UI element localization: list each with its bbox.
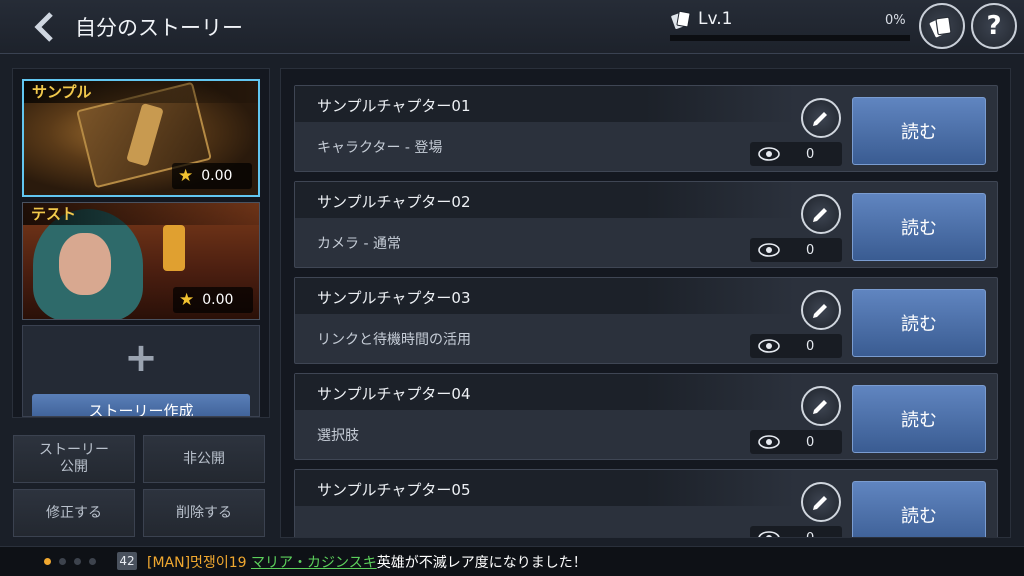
edit-chapter-button[interactable] [801,194,841,234]
pencil-icon [813,400,827,414]
rating-box: ★ 0.00 [172,163,252,189]
lamp-illustration [163,225,185,271]
chapter-row: サンプルチャプター04 選択肢 0 読む [294,373,998,460]
create-story-card[interactable]: + ストーリー作成 [22,325,260,417]
question-icon: ? [986,11,1002,41]
story-card-sample[interactable]: サンプル ★ 0.00 [22,79,260,197]
view-count: 0 [750,430,842,454]
chapter-title: サンプルチャプター04 [317,385,471,403]
plus-icon: + [124,335,158,381]
news-user: [MAN]멋쟁이19 [147,555,247,571]
chevron-left-icon [34,12,53,42]
pencil-icon [813,112,827,126]
chapter-description: カメラ - 通常 [317,236,401,252]
page-title: 自分のストーリー [75,16,243,40]
page-dot [44,558,51,565]
publish-story-button[interactable]: ストーリー公開 [13,435,135,483]
read-button[interactable]: 読む [852,385,986,453]
unpublish-label: 非公開 [183,450,225,467]
edit-chapter-button[interactable] [801,290,841,330]
view-count-value: 0 [806,146,815,162]
story-list-panel: サンプル ★ 0.00 テスト ★ 0.00 + ストーリー作成 [12,68,270,418]
star-icon: ★ [178,166,194,186]
edit-story-button[interactable]: 修正する [13,489,135,537]
read-button[interactable]: 読む [852,481,986,537]
eye-icon [758,147,780,161]
cards-icon [671,10,691,30]
chapter-row: サンプルチャプター02 カメラ - 通常 0 読む [294,181,998,268]
character-face [59,233,111,295]
view-count: 0 [750,238,842,262]
chapter-row: サンプルチャプター05 0 読む [294,469,998,538]
edit-chapter-button[interactable] [801,98,841,138]
edit-label: 修正する [46,504,102,521]
story-card-test[interactable]: テスト ★ 0.00 [22,202,260,320]
pencil-icon [813,496,827,510]
level-label: Lv.1 [698,9,733,29]
eye-icon [758,531,780,537]
view-count-value: 0 [806,242,815,258]
read-button[interactable]: 読む [852,193,986,261]
read-button[interactable]: 読む [852,289,986,357]
view-count-value: 0 [806,434,815,450]
story-card-tag: テスト [23,203,259,225]
view-count: 0 [750,334,842,358]
read-button[interactable]: 読む [852,97,986,165]
publish-label: ストーリー公開 [39,442,109,475]
news-ticker: 42 [MAN]멋쟁이19 マリア・カジンスキ英雄が不滅レア度になりました！ [0,546,1024,576]
edit-chapter-button[interactable] [801,386,841,426]
news-body: 英雄が不滅レア度になりました！ [376,555,587,571]
edit-chapter-button[interactable] [801,482,841,522]
help-button[interactable]: ? [971,3,1017,49]
chapter-title: サンプルチャプター01 [317,97,471,115]
eye-icon [758,243,780,257]
delete-story-button[interactable]: 削除する [143,489,265,537]
pencil-icon [813,304,827,318]
chapter-row: サンプルチャプター03 リンクと待機時間の活用 0 読む [294,277,998,364]
chapter-row: サンプルチャプター01 キャラクター - 登場 0 読む [294,85,998,172]
chapter-title: サンプルチャプター05 [317,481,471,499]
level-progress-bar [670,35,910,41]
delete-label: 削除する [176,504,232,521]
page-dot [74,558,81,565]
chapter-description: リンクと待機時間の活用 [317,332,471,348]
page-dot [59,558,66,565]
eye-icon [758,339,780,353]
view-count: 0 [750,142,842,166]
page-dot [89,558,96,565]
rating-box: ★ 0.00 [173,287,253,313]
create-story-button[interactable]: ストーリー作成 [32,394,250,416]
chapter-title: サンプルチャプター03 [317,289,471,307]
story-card-tag: サンプル [24,81,258,103]
eye-icon [758,435,780,449]
view-count-value: 0 [806,530,815,538]
back-button[interactable] [30,10,60,44]
view-count-value: 0 [806,338,815,354]
cards-stack-icon [929,16,952,38]
news-badge: 42 [117,552,137,570]
view-count: 0 [750,526,842,538]
rating-value: 0.00 [202,292,234,308]
level-percent: 0% [885,13,906,28]
chapter-description: キャラクター - 登場 [317,140,443,156]
cards-button[interactable] [919,3,965,49]
pencil-icon [813,208,827,222]
rating-value: 0.00 [201,168,233,184]
chapter-description: 選択肢 [317,428,359,444]
news-hero-link[interactable]: マリア・カジンスキ [251,555,377,571]
top-bar: 自分のストーリー Lv.1 0% ? [0,0,1024,54]
star-icon: ★ [179,290,195,310]
news-message: [MAN]멋쟁이19 マリア・カジンスキ英雄が不滅レア度になりました！ [147,552,587,572]
chapter-list[interactable]: サンプルチャプター01 キャラクター - 登場 0 読む サンプルチャプター02… [280,68,1011,538]
chapter-title: サンプルチャプター02 [317,193,471,211]
unpublish-button[interactable]: 非公開 [143,435,265,483]
